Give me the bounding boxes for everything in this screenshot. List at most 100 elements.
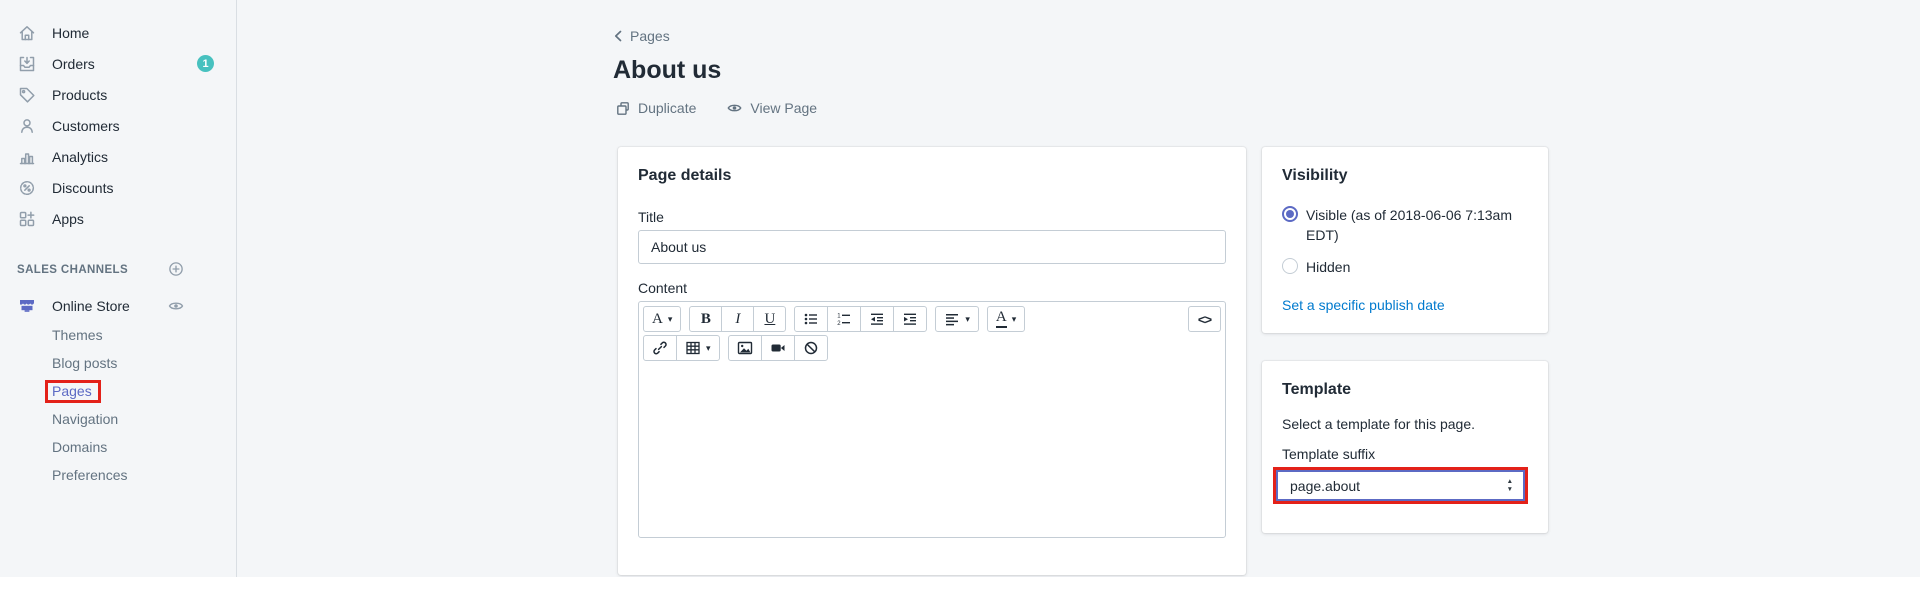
content-label: Content xyxy=(638,280,1226,296)
products-icon xyxy=(17,85,37,105)
bullet-list-icon xyxy=(803,311,819,327)
online-store-subnav: Themes Blog posts Pages Navigation Domai… xyxy=(0,321,236,489)
title-label: Title xyxy=(638,209,1226,225)
sidebar-item-navigation[interactable]: Navigation xyxy=(0,405,236,433)
sidebar-item-apps[interactable]: Apps xyxy=(0,203,236,234)
title-input[interactable] xyxy=(638,230,1226,264)
duplicate-icon xyxy=(615,100,631,116)
outdent-button[interactable] xyxy=(860,306,894,332)
clear-formatting-icon xyxy=(803,340,819,356)
sidebar-item-blog-posts[interactable]: Blog posts xyxy=(0,349,236,377)
sales-channels-label: SALES CHANNELS xyxy=(17,264,128,276)
svg-text:1: 1 xyxy=(838,314,842,320)
view-page-button[interactable]: View Page xyxy=(726,100,817,116)
radio-unselected[interactable] xyxy=(1282,258,1298,274)
orders-count-badge: 1 xyxy=(197,55,214,72)
breadcrumb[interactable]: Pages xyxy=(613,28,670,44)
alignment-button[interactable]: ▾ xyxy=(935,306,979,332)
sidebar-item-label: Apps xyxy=(52,211,84,227)
underline-button[interactable]: U xyxy=(753,306,786,332)
sidebar-item-themes[interactable]: Themes xyxy=(0,321,236,349)
clear-formatting-button[interactable] xyxy=(794,335,828,361)
sidebar-item-label: Online Store xyxy=(52,298,130,314)
select-arrows-icon: ▲ ▼ xyxy=(1507,478,1513,494)
online-store-icon xyxy=(17,296,37,316)
duplicate-button[interactable]: Duplicate xyxy=(615,100,696,116)
insert-table-button[interactable]: ▾ xyxy=(676,335,720,361)
main-nav: Home Orders 1 Products Customers xyxy=(0,0,236,234)
outdent-icon xyxy=(869,311,885,327)
svg-text:2: 2 xyxy=(838,321,842,327)
sidebar-item-online-store[interactable]: Online Store xyxy=(0,290,236,321)
pages-link[interactable]: Pages xyxy=(52,383,92,399)
numbered-list-button[interactable]: 12 xyxy=(827,306,861,332)
numbered-list-icon: 12 xyxy=(836,311,852,327)
home-icon xyxy=(17,23,37,43)
sidebar-item-preferences[interactable]: Preferences xyxy=(0,461,236,489)
code-view-button[interactable]: <> xyxy=(1188,306,1221,332)
sidebar-item-products[interactable]: Products xyxy=(0,79,236,110)
card-heading: Template xyxy=(1282,381,1528,399)
sidebar-item-customers[interactable]: Customers xyxy=(0,110,236,141)
bold-button[interactable]: B xyxy=(689,306,722,332)
sidebar-item-label: Discounts xyxy=(52,180,113,196)
annotation-box-pages: Pages xyxy=(45,380,101,403)
hidden-radio-option[interactable]: Hidden xyxy=(1282,257,1528,277)
card-heading: Visibility xyxy=(1282,167,1528,185)
selected-option: page.about xyxy=(1290,478,1360,494)
page-title: About us xyxy=(613,56,721,85)
bullet-list-button[interactable] xyxy=(794,306,828,332)
rich-text-editor: A ▾ B I U 12 xyxy=(638,301,1226,538)
indent-button[interactable] xyxy=(893,306,927,332)
italic-button[interactable]: I xyxy=(721,306,754,332)
sidebar-item-orders[interactable]: Orders 1 xyxy=(0,48,236,79)
breadcrumb-label[interactable]: Pages xyxy=(630,28,670,44)
chevron-left-icon xyxy=(613,30,623,42)
bottom-strip xyxy=(0,577,1920,592)
discounts-icon xyxy=(17,178,37,198)
editor-toolbar: A ▾ B I U 12 xyxy=(639,302,1225,365)
sales-channels-header: SALES CHANNELS xyxy=(0,262,236,278)
template-suffix-label: Template suffix xyxy=(1282,446,1528,462)
insert-video-button[interactable] xyxy=(761,335,795,361)
sidebar-item-analytics[interactable]: Analytics xyxy=(0,141,236,172)
set-publish-date-link[interactable]: Set a specific publish date xyxy=(1282,297,1445,313)
add-sales-channel-button[interactable] xyxy=(167,260,185,278)
sidebar-item-home[interactable]: Home xyxy=(0,17,236,48)
indent-icon xyxy=(902,311,918,327)
video-icon xyxy=(770,340,786,356)
link-icon xyxy=(652,340,668,356)
align-left-icon xyxy=(944,311,960,327)
shopify-admin: Home Orders 1 Products Customers xyxy=(0,0,1920,592)
template-description: Select a template for this page. xyxy=(1282,416,1528,432)
radio-selected[interactable] xyxy=(1282,206,1298,222)
table-icon xyxy=(685,340,701,356)
insert-link-button[interactable] xyxy=(643,335,677,361)
insert-image-button[interactable] xyxy=(728,335,762,361)
sidebar-item-discounts[interactable]: Discounts xyxy=(0,172,236,203)
card-heading: Page details xyxy=(638,167,1226,185)
orders-icon xyxy=(17,54,37,74)
sidebar-item-pages[interactable]: Pages xyxy=(0,377,236,405)
paragraph-style-button[interactable]: A ▾ xyxy=(643,306,681,332)
page-actions: Duplicate View Page xyxy=(615,100,817,116)
eye-icon xyxy=(726,100,743,116)
annotation-box-template-select: page.about ▲ ▼ xyxy=(1273,467,1528,504)
view-store-eye-icon[interactable] xyxy=(167,297,185,315)
image-icon xyxy=(737,340,753,356)
content-editor[interactable] xyxy=(639,365,1225,537)
template-suffix-select[interactable]: page.about ▲ ▼ xyxy=(1276,470,1525,501)
sidebar-item-label: Home xyxy=(52,25,89,41)
apps-icon xyxy=(17,209,37,229)
analytics-icon xyxy=(17,147,37,167)
sidebar-item-label: Orders xyxy=(52,56,95,72)
sidebar-item-label: Analytics xyxy=(52,149,108,165)
visibility-card: Visibility Visible (as of 2018-06-06 7:1… xyxy=(1262,147,1548,333)
visible-radio-option[interactable]: Visible (as of 2018-06-06 7:13am EDT) xyxy=(1282,205,1528,246)
sidebar-item-label: Customers xyxy=(52,118,120,134)
caret-down-icon: ▾ xyxy=(706,344,711,353)
sidebar-item-domains[interactable]: Domains xyxy=(0,433,236,461)
template-card: Template Select a template for this page… xyxy=(1262,361,1548,533)
page-details-card: Page details Title Content A ▾ B I U xyxy=(618,147,1246,575)
text-color-button[interactable]: A ▾ xyxy=(987,306,1025,332)
